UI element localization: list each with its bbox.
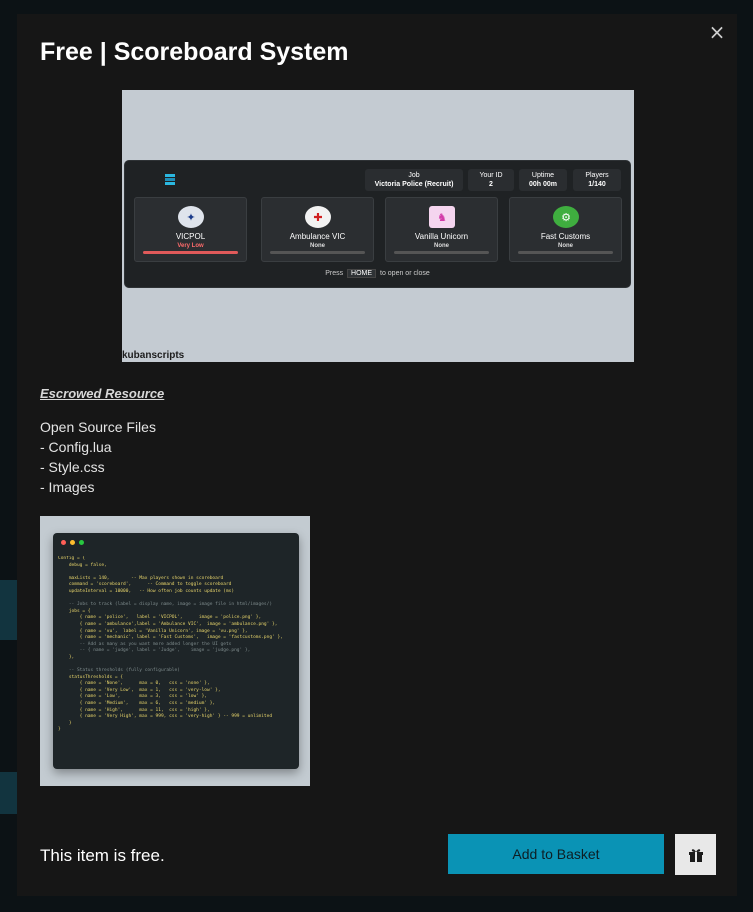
job-card-ambulance: ✚ Ambulance VIC None: [261, 197, 374, 262]
status-label: None: [434, 243, 449, 249]
maximize-dot-icon: [79, 540, 84, 545]
code-line: command = 'scoreboard', -- Command to to…: [58, 582, 232, 588]
close-dot-icon: [61, 540, 66, 545]
gift-icon: [688, 848, 703, 862]
fast-customs-icon: ⚙: [553, 206, 579, 228]
backdrop-strip-left: [0, 580, 17, 640]
product-hero-image: Job Victoria Police (Recruit) Your ID 2 …: [122, 90, 634, 362]
code-line: -- { name = 'judge', label = 'Judge', im…: [58, 648, 251, 654]
minimize-dot-icon: [70, 540, 75, 545]
job-card-vanilla-unicorn: ♞ Vanilla Unicorn None: [385, 197, 498, 262]
ambulance-cross-icon: ✚: [305, 206, 331, 228]
code-line: }: [58, 727, 61, 733]
description-line: - Config.lua: [40, 439, 112, 455]
status-label: None: [558, 243, 573, 249]
page-title: Free | Scoreboard System: [40, 38, 349, 66]
description-line: Open Source Files: [40, 419, 156, 435]
code-line: },: [58, 654, 75, 660]
status-bar: [394, 251, 489, 254]
stat-uptime: Uptime 00h 00m: [519, 169, 567, 191]
escrow-label: Escrowed Resource: [40, 386, 165, 401]
code-window: Config = { debug = false, maxLists = 140…: [53, 533, 299, 769]
backdrop-strip-left-lower: [0, 772, 17, 814]
code-block: Config = { debug = false, maxLists = 140…: [58, 556, 295, 734]
product-modal: × Free | Scoreboard System Job Victoria …: [17, 14, 737, 896]
code-line: -- Jobs to track (label = display name, …: [58, 602, 273, 608]
stat-your-id: Your ID 2: [468, 169, 514, 191]
police-badge-icon: ✦: [178, 206, 204, 228]
add-to-basket-button[interactable]: Add to Basket: [448, 834, 664, 874]
scoreboard-panel: Job Victoria Police (Recruit) Your ID 2 …: [124, 160, 631, 288]
window-controls: [61, 540, 84, 545]
description-line: - Images: [40, 479, 95, 495]
code-line: -- Status thresholds (fully configurable…: [58, 668, 180, 674]
close-icon[interactable]: ×: [707, 22, 727, 42]
scoreboard-logo-icon: [165, 174, 175, 185]
job-card-fast-customs: ⚙ Fast Customs None: [509, 197, 622, 262]
gift-button[interactable]: [675, 834, 716, 875]
code-line: { name = 'None', max = 0, css = 'none' }…: [58, 681, 210, 687]
stat-job: Job Victoria Police (Recruit): [365, 169, 463, 191]
price-note: This item is free.: [40, 846, 165, 865]
code-line: debug = false,: [58, 562, 107, 568]
config-code-screenshot[interactable]: Config = { debug = false, maxLists = 140…: [40, 516, 310, 786]
watermark: kubanscripts: [122, 350, 185, 361]
key-badge: HOME: [347, 269, 377, 278]
code-line: { name = 'Medium', max = 6, css = 'mediu…: [58, 701, 216, 707]
code-line: Config = {: [58, 556, 86, 561]
status-bar: [518, 251, 613, 254]
stat-players: Players 1/140: [573, 169, 621, 191]
code-line: updateInterval = 10000, -- How often job…: [58, 588, 235, 594]
code-line: }: [58, 720, 72, 726]
unicorn-icon: ♞: [429, 206, 455, 228]
status-bar: [143, 251, 238, 254]
code-line: { name = 'Very High', max = 999, css = '…: [58, 714, 273, 720]
toggle-hint: Press HOME to open or close: [325, 269, 430, 278]
description: Open Source Files - Config.lua - Style.c…: [40, 417, 156, 497]
status-bar: [270, 251, 365, 254]
code-line: { name = 'police', label = 'VICPOL', ima…: [58, 615, 262, 621]
code-line: { name = 'ambulance',label = 'Ambulance …: [58, 621, 278, 627]
status-label: None: [310, 243, 325, 249]
code-line: { name = 'mechanic', label = 'Fast Custo…: [58, 635, 283, 641]
description-line: - Style.css: [40, 459, 105, 475]
job-card-vicpol: ✦ VICPOL Very Low: [134, 197, 247, 262]
status-label: Very Low: [177, 243, 204, 249]
